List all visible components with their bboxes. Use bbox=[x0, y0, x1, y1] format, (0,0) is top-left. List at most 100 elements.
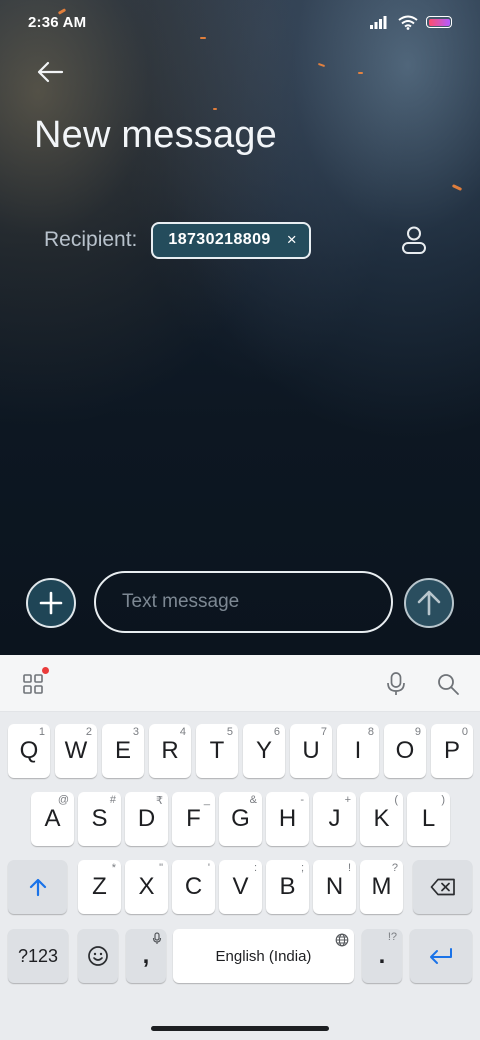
key-hint: _ bbox=[203, 794, 210, 806]
key-x[interactable]: X " bbox=[125, 860, 168, 914]
key-hint: ? bbox=[391, 862, 398, 874]
key-label: M bbox=[371, 873, 392, 900]
key-hint: ) bbox=[441, 794, 445, 806]
period-hint: !? bbox=[387, 931, 397, 943]
key-f[interactable]: F _ bbox=[172, 792, 215, 846]
voice-input-button[interactable] bbox=[381, 669, 411, 699]
wallpaper-spark bbox=[213, 108, 217, 110]
messaging-app: 2:36 AM New message Recipient: 187302188… bbox=[0, 0, 480, 655]
search-icon bbox=[438, 674, 459, 695]
back-button[interactable] bbox=[32, 56, 68, 88]
keyboard-search-button[interactable] bbox=[433, 669, 463, 699]
person-icon bbox=[402, 226, 426, 254]
key-label: W bbox=[64, 737, 88, 764]
shift-arrow-icon bbox=[29, 878, 46, 897]
plus-icon bbox=[39, 591, 63, 615]
home-indicator[interactable] bbox=[151, 1026, 329, 1031]
key-v[interactable]: V: bbox=[219, 860, 262, 914]
key-l[interactable]: L) bbox=[407, 792, 450, 846]
key-label: P bbox=[443, 737, 460, 764]
globe-icon bbox=[335, 933, 349, 947]
key-c[interactable]: C ' bbox=[172, 860, 215, 914]
notification-dot bbox=[42, 667, 49, 674]
comma-key[interactable]: , bbox=[126, 929, 166, 983]
key-m[interactable]: M? bbox=[360, 860, 403, 914]
key-hint: @ bbox=[57, 794, 69, 806]
page-title: New message bbox=[34, 114, 277, 156]
key-hint: 0 bbox=[461, 726, 468, 738]
key-label: F bbox=[186, 805, 201, 832]
wallpaper-spark bbox=[358, 72, 363, 74]
battery-level bbox=[428, 18, 450, 26]
key-hint: 9 bbox=[414, 726, 421, 738]
emoji-key[interactable] bbox=[78, 929, 118, 983]
key-label: J bbox=[328, 805, 341, 832]
battery-icon bbox=[426, 16, 452, 28]
key-u[interactable]: U7 bbox=[290, 724, 332, 778]
status-icons bbox=[370, 15, 452, 30]
status-time: 2:36 AM bbox=[28, 13, 87, 31]
key-hint: & bbox=[249, 794, 257, 806]
recipient-row: Recipient: 18730218809 × bbox=[44, 221, 312, 259]
key-n[interactable]: N! bbox=[313, 860, 356, 914]
period-key[interactable]: . !? bbox=[362, 929, 402, 983]
key-e[interactable]: E3 bbox=[102, 724, 144, 778]
key-i[interactable]: I8 bbox=[337, 724, 379, 778]
key-p[interactable]: P0 bbox=[431, 724, 473, 778]
recipient-chip[interactable]: 18730218809 × bbox=[151, 221, 312, 259]
space-label: English (India) bbox=[215, 947, 312, 965]
key-d[interactable]: D ₹ bbox=[125, 792, 168, 846]
key-q[interactable]: Q1 bbox=[8, 724, 50, 778]
emoji-icon bbox=[88, 946, 108, 966]
key-o[interactable]: O9 bbox=[384, 724, 426, 778]
key-label: U bbox=[302, 737, 320, 764]
enter-icon bbox=[430, 948, 452, 964]
key-s[interactable]: S # bbox=[78, 792, 121, 846]
recipient-chip-number: 18730218809 bbox=[168, 231, 271, 248]
key-k[interactable]: K( bbox=[360, 792, 403, 846]
key-label: I bbox=[354, 737, 362, 764]
key-r[interactable]: R4 bbox=[149, 724, 191, 778]
add-contact-button[interactable] bbox=[398, 224, 430, 256]
key-hint: * bbox=[111, 862, 116, 874]
key-hint: " bbox=[159, 862, 163, 874]
keyboard-toolbar bbox=[0, 655, 480, 712]
message-input[interactable] bbox=[94, 571, 393, 633]
keyboard: Q1 W2 E3 R4 T5 Y6 U7 I8 O9 P0 A @ S # D ₹ F… bbox=[0, 655, 480, 1040]
wifi-icon bbox=[398, 15, 418, 30]
key-hint: 7 bbox=[320, 726, 327, 738]
backspace-key[interactable] bbox=[413, 860, 472, 914]
shift-key[interactable] bbox=[8, 860, 67, 914]
keyboard-apps-button[interactable] bbox=[18, 667, 49, 699]
key-label: Q bbox=[19, 737, 39, 764]
key-label: H bbox=[278, 805, 297, 832]
key-b[interactable]: B; bbox=[266, 860, 309, 914]
key-t[interactable]: T5 bbox=[196, 724, 238, 778]
key-hint: 8 bbox=[367, 726, 374, 738]
symbols-key[interactable]: ?123 bbox=[8, 929, 68, 983]
backspace-icon bbox=[430, 878, 455, 896]
add-attachment-button[interactable] bbox=[26, 578, 76, 628]
key-g[interactable]: G & bbox=[219, 792, 262, 846]
key-hint: ; bbox=[300, 862, 304, 874]
key-label: B bbox=[279, 873, 296, 900]
signal-icon bbox=[370, 16, 387, 29]
key-j[interactable]: J + bbox=[313, 792, 356, 846]
key-label: N bbox=[325, 873, 344, 900]
key-label: S bbox=[91, 805, 108, 832]
microphone-icon bbox=[152, 932, 162, 944]
enter-key[interactable] bbox=[410, 929, 472, 983]
key-hint: 6 bbox=[273, 726, 280, 738]
key-hint: : bbox=[253, 862, 257, 874]
key-hint: ( bbox=[394, 794, 398, 806]
key-y[interactable]: Y6 bbox=[243, 724, 285, 778]
key-a[interactable]: A @ bbox=[31, 792, 74, 846]
key-h[interactable]: H- bbox=[266, 792, 309, 846]
key-hint: 1 bbox=[38, 726, 45, 738]
space-key[interactable]: English (India) bbox=[173, 929, 354, 983]
key-z[interactable]: Z * bbox=[78, 860, 121, 914]
send-button[interactable] bbox=[404, 578, 454, 628]
remove-recipient-button[interactable]: × bbox=[287, 230, 297, 250]
key-w[interactable]: W2 bbox=[55, 724, 97, 778]
key-label: X bbox=[138, 873, 155, 900]
